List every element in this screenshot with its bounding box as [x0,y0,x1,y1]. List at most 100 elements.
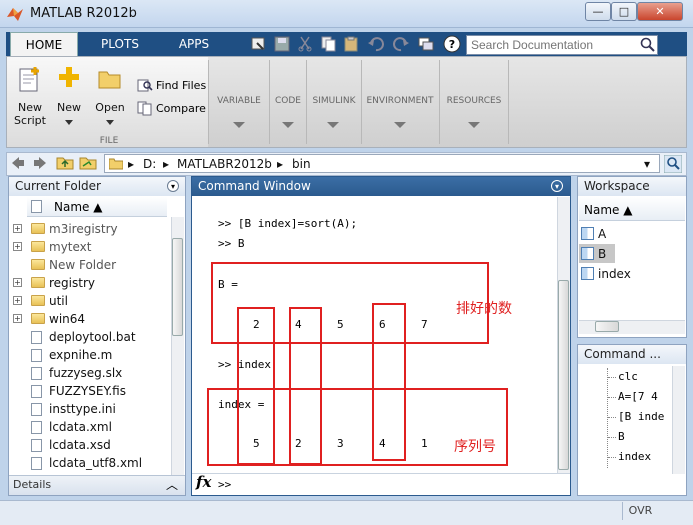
close-button[interactable]: ✕ [637,2,683,21]
folder-list-item[interactable]: m3iregistry [49,220,118,238]
overwrite-mode-indicator: OVR [622,502,658,520]
undo-icon[interactable] [366,35,386,53]
crumb-folder[interactable]: MATLABR2012b [177,157,272,171]
expand-folder-icon[interactable]: + [13,278,22,287]
search-icon[interactable] [640,37,656,53]
environment-dropdown-icon[interactable] [394,122,406,128]
command-window-header: Command Window [192,177,570,196]
current-folder-title: Current Folder [15,179,101,193]
command-scroll-thumb[interactable] [558,280,569,470]
file-icon [31,439,42,452]
folder-list-item[interactable]: deploytool.bat [49,328,136,346]
command-prompt-bar[interactable] [192,473,570,495]
crumb-drive[interactable]: D: [143,157,156,171]
expand-folder-icon[interactable]: + [13,242,22,251]
tab-apps[interactable]: APPS [160,32,228,56]
search-documentation-input[interactable] [466,35,658,55]
command-prompt[interactable]: >> [218,478,231,491]
name-column-label[interactable]: Name ▲ [54,200,102,214]
copy-icon[interactable] [318,35,338,53]
search-folder-icon[interactable] [664,155,682,173]
folder-scroll-thumb[interactable] [172,238,183,336]
workspace-variable[interactable]: B [598,245,606,263]
folder-list-item[interactable]: New Folder [49,256,116,274]
command-window-title: Command Window [198,179,311,193]
crumb-sub[interactable]: bin [292,157,311,171]
cut-icon[interactable] [295,35,315,53]
command-history-header: Command ... [578,345,686,364]
new-script-button[interactable]: New Script [8,101,52,127]
switch-windows-icon[interactable] [416,35,436,53]
file-icon [31,385,42,398]
status-bar [0,500,693,525]
up-folder-icon[interactable] [56,154,74,171]
back-arrow-icon[interactable] [10,155,26,171]
folder-list-item[interactable]: registry [49,274,95,292]
compare-button[interactable]: Compare [156,102,206,115]
workspace-variable[interactable]: index [598,265,631,283]
folder-icon [31,277,45,288]
folder-list-item[interactable]: lcdata.xsd [49,436,111,454]
minimize-icon: — [592,5,604,18]
cmd-line-b: >> B [218,237,245,250]
variable-dropdown-icon[interactable] [233,122,245,128]
folder-list-item[interactable]: insttype.ini [49,400,116,418]
details-expand-icon[interactable]: ︿ [166,476,178,493]
paste-icon[interactable] [341,35,361,53]
open-folder-icon [98,71,121,89]
new-dropdown-arrow-icon[interactable] [65,120,73,125]
folder-list-item[interactable]: fuzzyseg.slx [49,364,122,382]
command-window-menu-icon[interactable]: ▾ [551,180,563,192]
variable-group[interactable]: VARIABLE [212,96,266,106]
path-dropdown-icon[interactable]: ▾ [644,157,650,171]
workspace-scroll-thumb[interactable] [595,321,619,332]
svg-text:?: ? [449,38,455,51]
folder-list-item[interactable]: FUZZYSEY.fis [49,382,126,400]
maximize-button[interactable]: □ [611,2,637,21]
code-group[interactable]: CODE [270,96,306,106]
minimize-button[interactable]: — [585,2,611,21]
annotation-sorted-numbers: 排好的数 [456,301,512,317]
resources-dropdown-icon[interactable] [468,122,480,128]
simulink-group[interactable]: SIMULINK [307,96,361,106]
history-scrollbar[interactable] [672,366,685,474]
folder-icon [31,259,45,270]
open-button[interactable]: Open [92,101,128,114]
open-dropdown-arrow-icon[interactable] [106,120,114,125]
history-entry[interactable]: [B inde [618,410,670,423]
save-icon[interactable] [272,35,292,53]
tab-home[interactable]: HOME [10,32,78,56]
forward-arrow-icon[interactable] [32,155,48,171]
expand-folder-icon[interactable]: + [13,314,22,323]
code-dropdown-icon[interactable] [282,122,294,128]
history-entry[interactable]: clc [618,370,670,383]
dock-icon[interactable] [249,35,269,53]
folder-list-item[interactable]: util [49,292,68,310]
find-files-button[interactable]: Find Files [156,79,206,92]
resources-group[interactable]: RESOURCES [441,96,507,106]
expand-folder-icon[interactable]: + [13,296,22,305]
crumb-separator-icon: ▸ [163,157,170,171]
workspace-variable[interactable]: A [598,225,606,243]
redo-icon[interactable] [391,35,411,53]
environment-group[interactable]: ENVIRONMENT [361,96,439,106]
folder-list-item[interactable]: win64 [49,310,85,328]
help-icon[interactable]: ? [443,35,461,53]
history-entry[interactable]: B [618,430,670,443]
history-entry[interactable]: index [618,450,670,463]
workspace-name-column[interactable]: Name ▲ [584,203,632,217]
simulink-dropdown-icon[interactable] [327,122,339,128]
panel-menu-icon[interactable]: ▾ [167,180,179,192]
folder-list-item[interactable]: lcdata.xml [49,418,112,436]
function-browser-icon[interactable]: fx [196,473,211,491]
tab-plots[interactable]: PLOTS [82,32,158,56]
folder-list-item[interactable]: lcdata_utf8.xml [49,454,142,472]
expand-folder-icon[interactable]: + [13,224,22,233]
browse-folder-icon[interactable] [79,154,97,171]
new-script-icon [19,67,39,92]
history-entry[interactable]: A=[7 4 [618,390,670,403]
annotation-column-box [289,307,322,465]
new-button[interactable]: New [52,101,86,114]
folder-list-item[interactable]: expnihe.m [49,346,112,364]
folder-list-item[interactable]: mytext [49,238,91,256]
